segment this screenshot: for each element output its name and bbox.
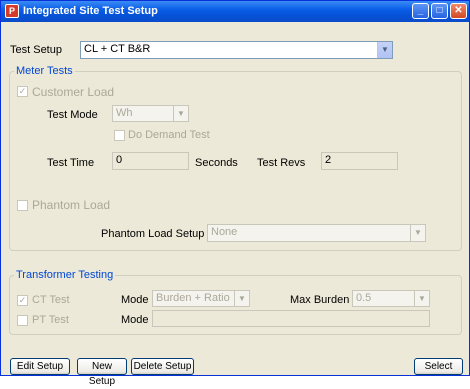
- test-time-label: Test Time: [47, 157, 95, 169]
- test-time-input[interactable]: 0: [112, 152, 189, 170]
- customer-load-label: Customer Load: [32, 85, 115, 99]
- maximize-button[interactable]: □: [431, 3, 448, 19]
- edit-setup-button[interactable]: Edit Setup: [10, 358, 70, 375]
- ct-test-checkbox[interactable]: ✓: [17, 295, 28, 306]
- transformer-testing-legend: Transformer Testing: [16, 269, 114, 281]
- pt-test-label: PT Test: [32, 314, 69, 326]
- max-burden-select[interactable]: 0.5 ▼: [352, 290, 430, 307]
- window-title: Integrated Site Test Setup: [23, 5, 158, 17]
- test-setup-label: Test Setup: [10, 44, 62, 56]
- pt-test-checkbox[interactable]: [17, 315, 28, 326]
- test-revs-label: Test Revs: [257, 157, 306, 169]
- max-burden-value: 0.5: [356, 292, 372, 304]
- test-revs-input[interactable]: 2: [321, 152, 398, 170]
- chevron-down-icon[interactable]: ▼: [234, 291, 249, 306]
- chevron-down-icon[interactable]: ▼: [414, 291, 429, 306]
- phantom-load-checkbox[interactable]: [17, 200, 28, 211]
- customer-load-checkbox[interactable]: ✓: [17, 86, 28, 97]
- title-bar[interactable]: P Integrated Site Test Setup _ □ ✕: [1, 1, 469, 22]
- meter-tests-legend: Meter Tests: [16, 65, 73, 77]
- phantom-load-setup-value: None: [211, 226, 238, 238]
- ct-test-label: CT Test: [32, 294, 70, 306]
- test-setup-select[interactable]: CL + CT B&R ▼: [80, 41, 393, 59]
- test-mode-select[interactable]: Wh ▼: [112, 105, 189, 122]
- dialog-window: P Integrated Site Test Setup _ □ ✕ Test …: [0, 0, 470, 387]
- test-mode-value: Wh: [116, 107, 133, 119]
- delete-setup-button[interactable]: Delete Setup: [131, 358, 194, 375]
- checkmark-icon: ✓: [18, 86, 27, 96]
- phantom-load-setup-label: Phantom Load Setup: [101, 228, 205, 240]
- ct-mode-select[interactable]: Burden + Ratio ▼: [152, 290, 250, 307]
- ct-mode-value: Burden + Ratio: [156, 292, 230, 304]
- test-setup-value: CL + CT B&R: [84, 43, 151, 55]
- demand-test-label: Do Demand Test: [128, 129, 210, 141]
- pt-mode-input[interactable]: [152, 310, 430, 327]
- pt-mode-label: Mode: [121, 314, 149, 326]
- chevron-down-icon[interactable]: ▼: [377, 42, 392, 58]
- new-setup-button[interactable]: New Setup: [77, 358, 127, 387]
- select-button[interactable]: Select: [414, 358, 463, 375]
- close-button[interactable]: ✕: [450, 3, 467, 19]
- minimize-button[interactable]: _: [412, 3, 429, 19]
- chevron-down-icon[interactable]: ▼: [173, 106, 188, 121]
- demand-test-checkbox[interactable]: [114, 130, 125, 141]
- chevron-down-icon[interactable]: ▼: [410, 225, 425, 241]
- app-icon: P: [5, 4, 19, 18]
- max-burden-label: Max Burden: [290, 294, 350, 306]
- test-mode-label: Test Mode: [47, 109, 98, 121]
- ct-mode-label: Mode: [121, 294, 149, 306]
- phantom-load-setup-select[interactable]: None ▼: [207, 224, 426, 242]
- seconds-unit-label: Seconds: [195, 157, 238, 169]
- phantom-load-label: Phantom Load: [32, 198, 111, 212]
- checkmark-icon: ✓: [18, 295, 27, 305]
